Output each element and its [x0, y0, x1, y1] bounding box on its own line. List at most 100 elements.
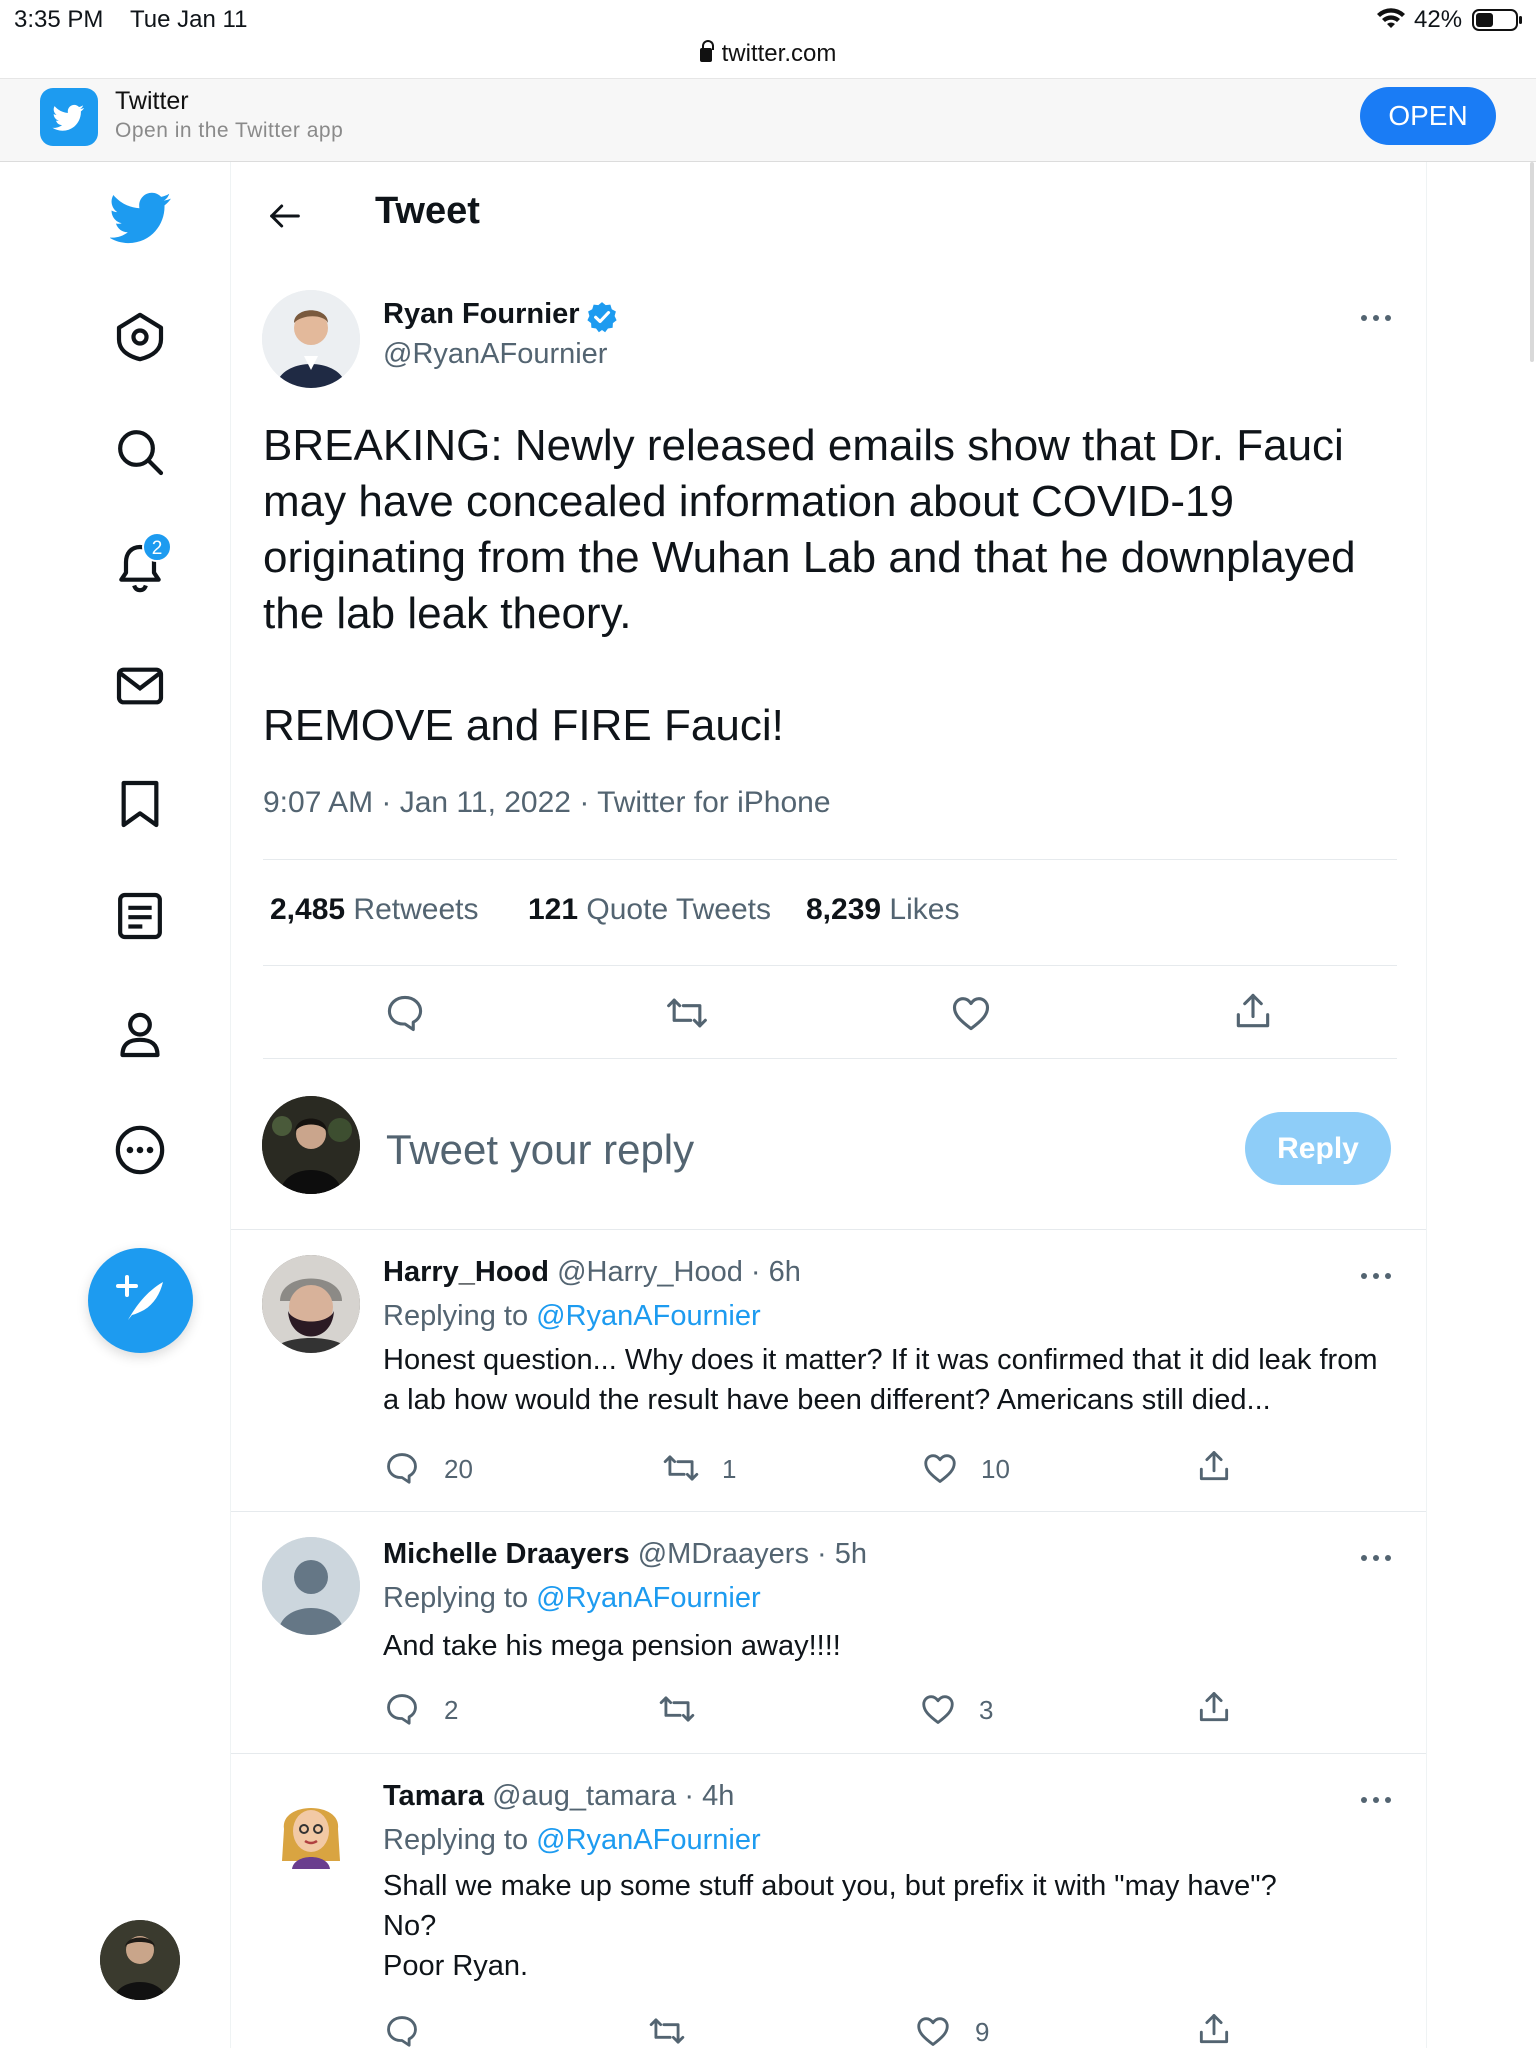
divider [263, 965, 1397, 966]
bookmarks-icon[interactable] [112, 776, 168, 832]
reply-more-icon[interactable] [1356, 1266, 1396, 1286]
reply-icon[interactable] [383, 1690, 421, 1728]
reply-count: 2 [444, 1695, 459, 1725]
reply-author[interactable]: Tamara @aug_tamara · 4h [383, 1780, 734, 1813]
battery-icon [1472, 9, 1522, 31]
like-heart-icon[interactable] [921, 1449, 959, 1487]
retweets-stat[interactable]: 2,485 Retweets [270, 893, 478, 927]
reply-icon[interactable] [383, 2012, 421, 2048]
replying-to: Replying to @RyanAFournier [383, 1824, 761, 1857]
status-bar: 3:35 PM Tue Jan 11 42% [0, 0, 1536, 40]
quotes-label: Quote Tweets [586, 893, 771, 926]
replying-prefix: Replying to [383, 1582, 529, 1614]
back-arrow-icon[interactable] [262, 196, 308, 236]
banner-app-name: Twitter [115, 87, 189, 115]
divider [231, 1511, 1426, 1512]
likes-label: Likes [889, 893, 960, 926]
lock-icon [699, 40, 714, 62]
status-time: 3:35 PM [14, 6, 104, 33]
retweet-icon[interactable] [662, 1449, 700, 1487]
tweet-more-icon[interactable] [1356, 308, 1396, 328]
reply-icon[interactable] [383, 1449, 421, 1487]
retweet-count: 1 [722, 1454, 737, 1484]
replying-to-link[interactable]: @RyanAFournier [536, 1300, 760, 1332]
retweet-icon[interactable] [665, 991, 709, 1035]
author-name[interactable]: Ryan Fournier [383, 298, 580, 331]
likes-count: 8,239 [806, 893, 882, 926]
home-icon[interactable] [112, 309, 168, 365]
composer-avatar [262, 1096, 360, 1194]
twitter-app-icon [40, 88, 98, 146]
share-icon[interactable] [1195, 2010, 1233, 2048]
retweets-count: 2,485 [270, 893, 346, 926]
banner-subtitle: Open in the Twitter app [115, 119, 344, 142]
replying-prefix: Replying to [383, 1300, 529, 1332]
battery-percent: 42% [1414, 6, 1463, 33]
compose-tweet-button[interactable] [88, 1248, 193, 1353]
retweet-icon[interactable] [648, 2012, 686, 2048]
divider [231, 1229, 1426, 1230]
like-heart-icon[interactable] [949, 991, 993, 1035]
reply-author-avatar[interactable] [262, 1779, 360, 1877]
reply-text: Honest question... Why does it matter? I… [383, 1344, 1386, 1416]
app-banner: Twitter Open in the Twitter app OPEN [0, 78, 1536, 162]
status-date: Tue Jan 11 [130, 6, 248, 33]
replying-to: Replying to @RyanAFournier [383, 1582, 761, 1615]
messages-icon[interactable] [112, 658, 168, 714]
quotes-count: 121 [528, 893, 579, 926]
divider [231, 1753, 1426, 1754]
twitter-logo-icon[interactable] [110, 186, 172, 248]
more-options-icon[interactable] [112, 1122, 168, 1178]
quote-tweets-stat[interactable]: 121 Quote Tweets [528, 893, 771, 927]
likes-stat[interactable]: 8,239 Likes [806, 893, 959, 927]
reply-input[interactable] [386, 1120, 1086, 1180]
reply-text: Shall we make up some stuff about you, b… [383, 1870, 1277, 1982]
reply-more-icon[interactable] [1356, 1790, 1396, 1810]
author-avatar[interactable] [262, 290, 360, 388]
share-icon[interactable] [1231, 989, 1275, 1033]
author-handle[interactable]: @RyanAFournier [383, 338, 607, 371]
reply-author-name: Harry_Hood [383, 1256, 549, 1288]
wifi-icon [1377, 8, 1405, 28]
page-title: Tweet [375, 190, 480, 232]
retweet-icon[interactable] [658, 1690, 696, 1728]
replying-to-link[interactable]: @RyanAFournier [536, 1582, 760, 1614]
share-icon[interactable] [1195, 1688, 1233, 1726]
reply-author-avatar[interactable] [262, 1537, 360, 1635]
verified-badge-icon [587, 302, 617, 333]
retweets-label: Retweets [353, 893, 479, 926]
like-count: 10 [981, 1454, 1010, 1484]
like-count: 9 [975, 2017, 990, 2047]
profile-icon[interactable] [112, 1006, 168, 1062]
reply-count: 20 [444, 1454, 473, 1484]
reply-handle-time: @MDraayers · 5h [637, 1538, 867, 1570]
search-icon[interactable] [112, 424, 168, 480]
scrollbar[interactable] [1530, 162, 1534, 362]
url-text: twitter.com [721, 40, 837, 67]
reply-author-name: Tamara [383, 1780, 485, 1812]
reply-author[interactable]: Michelle Draayers @MDraayers · 5h [383, 1538, 867, 1571]
notifications-badge: 2 [142, 532, 172, 562]
reply-icon[interactable] [383, 991, 427, 1035]
reply-submit-button[interactable]: Reply [1245, 1112, 1391, 1185]
tweet-timestamp[interactable]: 9:07 AM · Jan 11, 2022 · Twitter for iPh… [263, 786, 831, 820]
column-divider-right [1426, 162, 1427, 2048]
account-avatar[interactable] [100, 1920, 180, 2000]
reply-author-avatar[interactable] [262, 1255, 360, 1353]
divider [263, 859, 1397, 860]
column-divider-left [230, 162, 231, 2048]
share-icon[interactable] [1195, 1447, 1233, 1485]
like-count: 3 [979, 1695, 994, 1725]
reply-author[interactable]: Harry_Hood @Harry_Hood · 6h [383, 1256, 801, 1289]
compose-feather-icon [116, 1275, 163, 1320]
open-app-button[interactable]: OPEN [1360, 87, 1496, 145]
reply-author-name: Michelle Draayers [383, 1538, 630, 1570]
reply-more-icon[interactable] [1356, 1548, 1396, 1568]
like-heart-icon[interactable] [919, 1690, 957, 1728]
address-bar[interactable]: twitter.com [0, 40, 1536, 68]
lists-icon[interactable] [112, 888, 168, 944]
replying-to-link[interactable]: @RyanAFournier [536, 1824, 760, 1856]
replying-prefix: Replying to [383, 1824, 529, 1856]
reply-handle-time: @aug_tamara · 4h [492, 1780, 735, 1812]
like-heart-icon[interactable] [914, 2012, 952, 2048]
